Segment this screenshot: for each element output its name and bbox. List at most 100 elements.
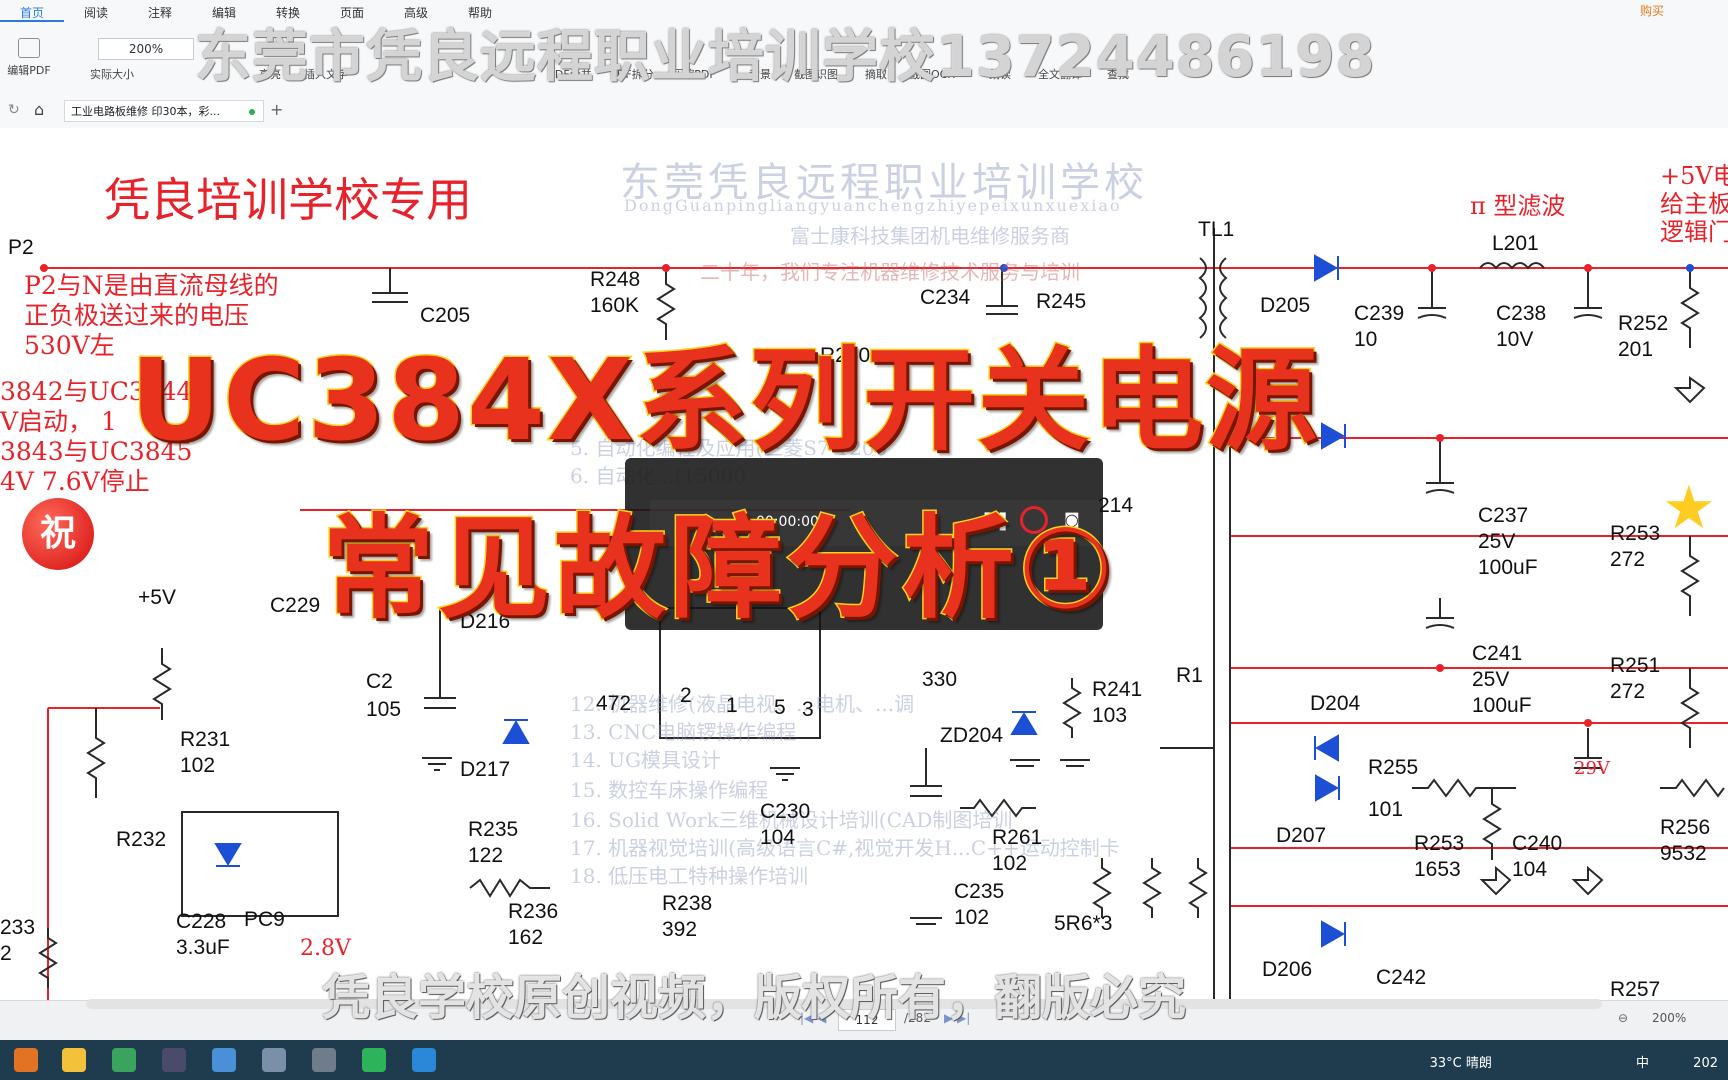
c235-label: C235 bbox=[954, 880, 1005, 903]
c241-voltage: 25V bbox=[1472, 668, 1510, 691]
zoom-out-icon[interactable]: ⊖ bbox=[1618, 1011, 1628, 1025]
ic-pin3: 3 bbox=[802, 698, 814, 721]
r5r6-label: 5R6*3 bbox=[1054, 912, 1113, 935]
d206-label: D206 bbox=[1262, 958, 1313, 981]
course-line: 15. 数控车床操作编程 bbox=[570, 778, 769, 802]
c472-label: 472 bbox=[596, 692, 632, 715]
tab-annotate[interactable]: 注释 bbox=[128, 0, 192, 22]
c242-label: C242 bbox=[1376, 966, 1427, 989]
ime-indicator[interactable]: 中 bbox=[1636, 1056, 1649, 1071]
tool-icon[interactable] bbox=[212, 1048, 236, 1072]
actual-size-button[interactable]: 实际大小 bbox=[72, 66, 152, 82]
course-line: 18. 低压电工特种操作培训 bbox=[570, 864, 809, 888]
voltage-29v: 29V bbox=[1574, 758, 1610, 779]
start-icon[interactable] bbox=[14, 1048, 38, 1072]
ic-pin2: 2 bbox=[680, 684, 692, 707]
tl1-label: TL1 bbox=[1198, 218, 1235, 241]
buy-button[interactable]: 购买 bbox=[1640, 2, 1664, 19]
r236-label: R236 bbox=[508, 900, 559, 923]
pc9-label: PC9 bbox=[244, 908, 285, 931]
ic-pin5: 5 bbox=[774, 696, 786, 719]
r231-value: 102 bbox=[180, 754, 216, 777]
r238-label: R238 bbox=[662, 892, 713, 915]
r255-label: R255 bbox=[1368, 756, 1419, 779]
r257-label: R257 bbox=[1610, 978, 1661, 1000]
r233-label: 233 bbox=[0, 916, 36, 939]
c230-label: C230 bbox=[760, 800, 811, 823]
calculator-icon[interactable] bbox=[312, 1048, 336, 1072]
r251-label: R251 bbox=[1610, 654, 1661, 677]
r330-label: 330 bbox=[922, 668, 958, 691]
c238-value: 10V bbox=[1496, 328, 1534, 351]
course-line: 14. UG模具设计 bbox=[570, 748, 721, 772]
c241-label: C241 bbox=[1472, 642, 1523, 665]
taskbar: 33°C 晴朗 中 202 bbox=[0, 1040, 1728, 1080]
l201-label: L201 bbox=[1492, 232, 1539, 255]
c237-label: C237 bbox=[1478, 504, 1529, 527]
edit-pdf-label: 编辑PDF bbox=[7, 64, 51, 77]
document-tab-row: ↻ ⌂ 工业电路板维修 印30本，彩... + bbox=[0, 98, 1728, 126]
edit-pdf-button[interactable]: 编辑PDF bbox=[4, 38, 54, 78]
r232-label: R232 bbox=[116, 828, 167, 851]
r255-value: 101 bbox=[1368, 798, 1404, 821]
r256-label: R256 bbox=[1660, 816, 1711, 839]
clock-year[interactable]: 202 bbox=[1693, 1056, 1718, 1071]
tab-home[interactable]: 首页 bbox=[0, 0, 64, 22]
tab-read[interactable]: 阅读 bbox=[64, 0, 128, 22]
c228-label: C228 bbox=[176, 910, 227, 933]
twenty-years-watermark: 二十年，我们专注机器维修技术服务与培训 bbox=[700, 260, 1080, 284]
d204-label: D204 bbox=[1310, 692, 1361, 715]
new-tab-button[interactable]: + bbox=[270, 100, 283, 119]
video-title-line2: 常见故障分析① bbox=[321, 503, 1117, 636]
c230-value: 104 bbox=[760, 826, 796, 849]
c235-value: 102 bbox=[954, 906, 990, 929]
zd204-label: ZD204 bbox=[940, 724, 1004, 747]
c240-value: 104 bbox=[1512, 858, 1548, 881]
star-icon: ★ bbox=[1662, 473, 1716, 543]
editor-icon[interactable] bbox=[112, 1048, 136, 1072]
school-phone-watermark: 东莞市凭良远程职业培训学校13724486198 bbox=[195, 25, 1376, 90]
r235-value: 122 bbox=[468, 844, 504, 867]
r238-value: 392 bbox=[662, 918, 698, 941]
company-watermark: 富士康科技集团机电维修服务商 bbox=[790, 224, 1070, 248]
zhu-badge: 祝 bbox=[22, 498, 94, 570]
r235-label: R235 bbox=[468, 818, 519, 841]
c2x-value: 105 bbox=[366, 698, 402, 721]
saved-indicator-icon bbox=[249, 109, 255, 115]
document-tab-label: 工业电路板维修 印30本，彩... bbox=[71, 105, 220, 118]
r253a-value: 272 bbox=[1610, 548, 1646, 571]
note-line: 530V左 bbox=[24, 331, 115, 360]
r253b-label: R253 bbox=[1414, 832, 1465, 855]
copyright-caption: 凭良学校原创视频，版权所有，翻版必究 bbox=[322, 970, 1187, 1026]
browser-icon[interactable] bbox=[412, 1048, 436, 1072]
c237-capacity: 100uF bbox=[1478, 556, 1538, 579]
status-zoom[interactable]: 200% bbox=[1652, 1011, 1686, 1025]
file-explorer-icon[interactable] bbox=[62, 1048, 86, 1072]
r252-label: R252 bbox=[1618, 312, 1669, 335]
system-tray: 33°C 晴朗 中 202 bbox=[1430, 1052, 1718, 1071]
home-icon[interactable]: ⌂ bbox=[34, 100, 44, 119]
c2x-label: C2 bbox=[366, 670, 393, 693]
r236-value: 162 bbox=[508, 926, 544, 949]
r241-label: R241 bbox=[1092, 678, 1143, 701]
weather-text[interactable]: 33°C 晴朗 bbox=[1430, 1056, 1492, 1071]
r253b-value: 1653 bbox=[1414, 858, 1461, 881]
d217-label: D217 bbox=[460, 758, 511, 781]
pi-filter-note: π 型滤波 bbox=[1470, 192, 1566, 220]
settings-icon[interactable] bbox=[262, 1048, 286, 1072]
zoom-select[interactable]: 200% bbox=[98, 38, 194, 60]
c239-label: C239 bbox=[1354, 302, 1405, 325]
course-line: 13. CNC电脑锣操作编程 bbox=[570, 720, 797, 744]
media-icon[interactable] bbox=[162, 1048, 186, 1072]
refresh-icon[interactable]: ↻ bbox=[8, 102, 20, 118]
pdf-reader-icon[interactable] bbox=[362, 1048, 386, 1072]
r256-value: 9532 bbox=[1660, 842, 1707, 865]
document-tab[interactable]: 工业电路板维修 印30本，彩... bbox=[64, 100, 264, 122]
r253a-label: R253 bbox=[1610, 522, 1661, 545]
r231-label: R231 bbox=[180, 728, 231, 751]
d207-label: D207 bbox=[1276, 824, 1327, 847]
r261-value: 102 bbox=[992, 852, 1028, 875]
r251-value: 272 bbox=[1610, 680, 1646, 703]
p2-label: P2 bbox=[8, 236, 34, 259]
ic-note-line: 4V 7.6V停止 bbox=[0, 467, 150, 496]
